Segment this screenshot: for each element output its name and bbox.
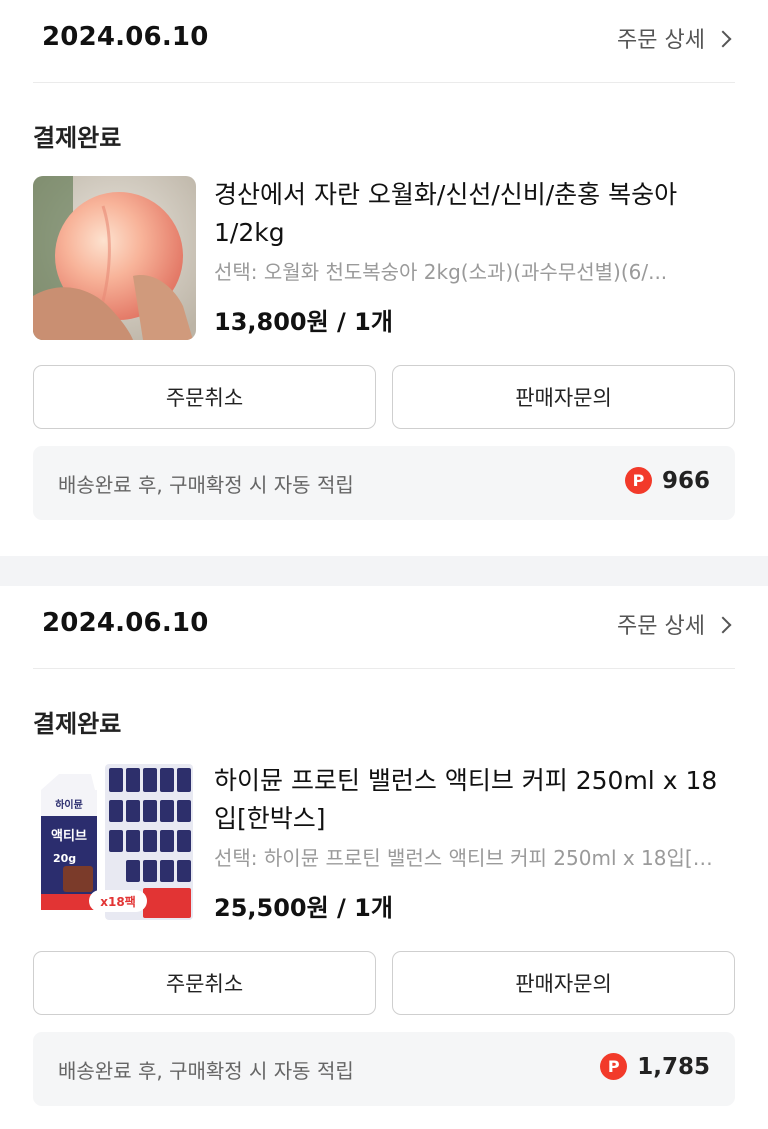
point-icon: P: [600, 1053, 628, 1080]
reward-info-box: 배송완료 후, 구매확정 시 자동 적립 P 1,785: [33, 1032, 735, 1106]
order-date: 2024.06.10: [42, 608, 209, 638]
order-detail-label: 주문 상세: [617, 614, 705, 639]
svg-text:x18팩: x18팩: [100, 894, 135, 909]
product-option: 선택: 오월화 천도복숭아 2kg(소과)(과수무선별)(6/...: [214, 260, 668, 284]
order-status: 결제완료: [33, 124, 122, 152]
order-header: 2024.06.10 주문 상세: [33, 586, 735, 669]
order-card: 2024.06.10 주문 상세 결제완료: [0, 586, 768, 1129]
chevron-right-icon: [714, 30, 732, 47]
product-title[interactable]: 하이뮨 프로틴 밸런스 액티브 커피 250ml x 18입[한박스]: [214, 762, 734, 838]
svg-text:20g: 20g: [53, 852, 76, 865]
chevron-right-icon: [714, 616, 732, 633]
order-detail-label: 주문 상세: [617, 28, 705, 53]
order-status: 결제완료: [33, 710, 122, 738]
svg-text:액티브: 액티브: [51, 828, 87, 844]
point-amount: 966: [661, 467, 710, 494]
product-price: 13,800원 / 1개: [214, 308, 393, 336]
product-title[interactable]: 경산에서 자란 오월화/신선/신비/춘홍 복숭아 1/2kg: [214, 176, 734, 252]
peach-product-image[interactable]: [33, 176, 196, 340]
cancel-order-button[interactable]: 주문취소: [33, 365, 376, 429]
reward-points: P 966: [624, 467, 710, 494]
point-amount: 1,785: [637, 1053, 710, 1080]
reward-info-box: 배송완료 후, 구매확정 시 자동 적립 P 966: [33, 446, 735, 520]
seller-inquiry-button[interactable]: 판매자문의: [392, 365, 735, 429]
point-icon: P: [624, 467, 652, 494]
cancel-order-button[interactable]: 주문취소: [33, 951, 376, 1015]
order-card: 2024.06.10 주문 상세 결제완료: [0, 0, 768, 556]
order-detail-link[interactable]: 주문 상세: [617, 22, 732, 54]
seller-inquiry-button[interactable]: 판매자문의: [392, 951, 735, 1015]
product-option: 선택: 하이뮨 프로틴 밸런스 액티브 커피 250ml x 18입[한박스]: [214, 846, 729, 870]
reward-notice: 배송완료 후, 구매확정 시 자동 적립: [58, 1059, 354, 1083]
reward-points: P 1,785: [600, 1053, 710, 1080]
order-date: 2024.06.10: [42, 22, 209, 52]
order-separator: [0, 556, 768, 586]
reward-notice: 배송완료 후, 구매확정 시 자동 적립: [58, 473, 354, 497]
svg-text:하이뮨: 하이뮨: [55, 798, 83, 811]
protein-drink-product-image[interactable]: 하이뮨 액티브 20g x18팩: [33, 762, 196, 926]
order-detail-link[interactable]: 주문 상세: [617, 608, 732, 640]
order-header: 2024.06.10 주문 상세: [33, 0, 735, 83]
product-price: 25,500원 / 1개: [214, 894, 393, 922]
